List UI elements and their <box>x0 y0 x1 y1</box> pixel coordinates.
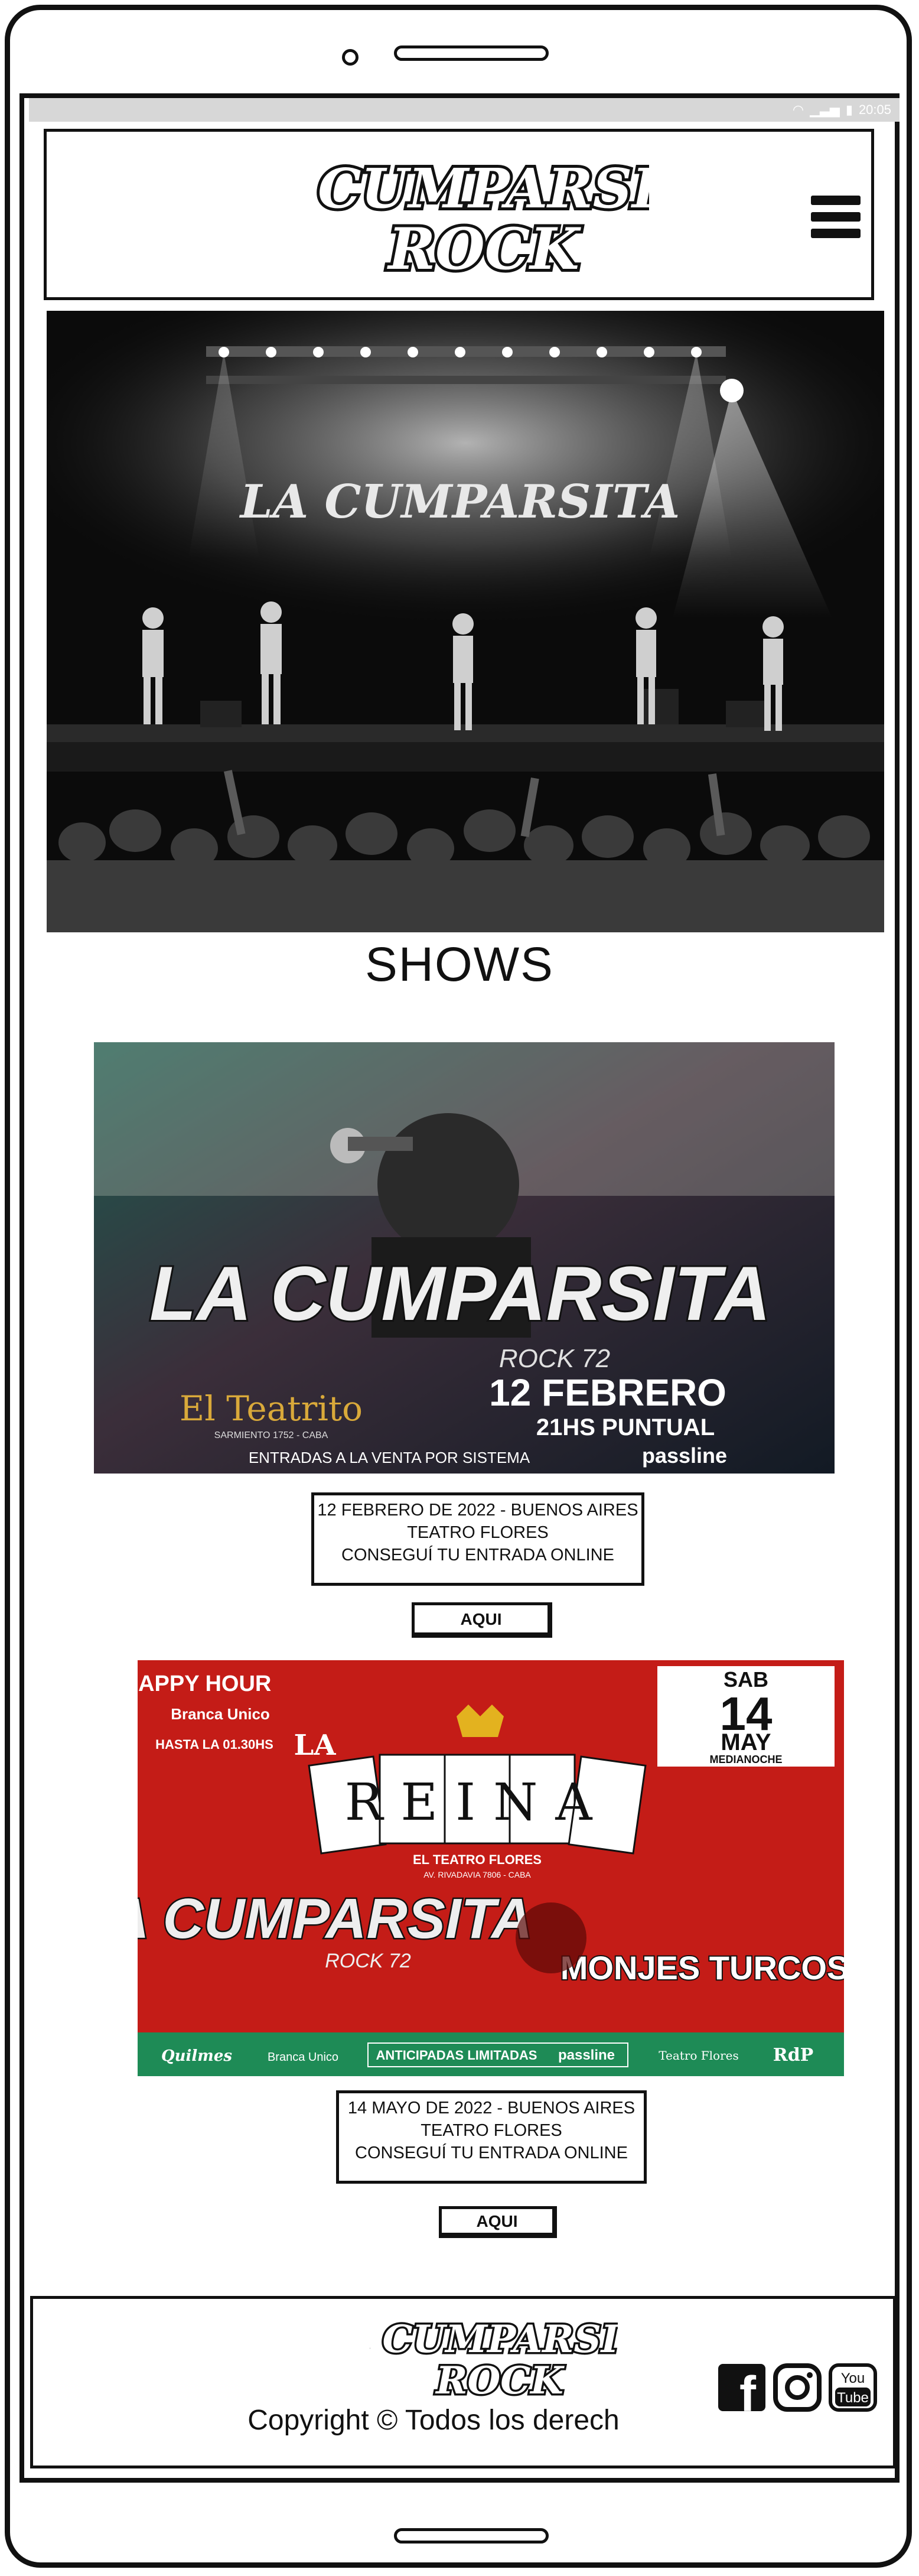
hamburger-menu-icon[interactable] <box>811 196 861 238</box>
buy-ticket-button-1[interactable]: AQUI <box>412 1602 552 1638</box>
camera-dot <box>342 49 359 66</box>
poster2-venue-addr: AV. RIVADAVIA 7806 - CABA <box>423 1870 531 1879</box>
show1-cta-line: CONSEGUÍ TU ENTRADA ONLINE <box>341 1546 614 1565</box>
status-bar: ◠ ▁▃▅ ▮ 20:05 <box>29 98 900 122</box>
show2-cta-line: CONSEGUÍ TU ENTRADA ONLINE <box>355 2144 628 2162</box>
poster1-date: 12 FEBRERO <box>489 1371 726 1414</box>
hero-banner-text: LA CUMPARSITA <box>239 475 680 529</box>
poster2-late: MEDIANOCHE <box>709 1754 782 1765</box>
youtube-label-bottom: Tube <box>837 2390 869 2406</box>
speaker-top <box>394 45 549 61</box>
facebook-glyph: f <box>739 2366 757 2412</box>
poster2-venue: EL TEATRO FLORES <box>413 1852 542 1867</box>
poster2-subtitle: ROCK 72 <box>325 1950 411 1972</box>
youtube-icon[interactable]: You Tube <box>828 2363 878 2412</box>
shows-title: SHOWS <box>365 938 554 991</box>
poster1-sales: ENTRADAS A LA VENTA POR SISTEMA <box>249 1449 530 1466</box>
show-poster-1[interactable]: LA CUMPARSITA ROCK 72 El Teatrito SARMIE… <box>94 1042 835 1474</box>
poster1-venue: El Teatrito <box>180 1388 363 1429</box>
poster2-sponsor2: Branca Unico <box>268 2051 338 2064</box>
social-links: f You Tube <box>717 2363 878 2412</box>
poster1-band: LA CUMPARSITA <box>149 1250 771 1336</box>
poster2-sponsor3: Teatro Flores <box>659 2048 739 2063</box>
poster2-happy: HAPPY HOUR <box>138 1671 271 1696</box>
poster2-guest: MONJES TURCOS <box>560 1949 844 1986</box>
logo-line2: ROCK <box>386 216 581 279</box>
hero-image: LA CUMPARSITA <box>47 311 884 932</box>
show2-venue-line: TEATRO FLORES <box>421 2121 562 2140</box>
brand-logo[interactable]: LA CUMPARSITA ROCK <box>307 138 649 279</box>
instagram-icon[interactable] <box>773 2363 822 2412</box>
poster1-ticketing: passline <box>642 1443 727 1468</box>
footer-logo-line1: LA CUMPARSITA <box>370 2317 618 2362</box>
footer-logo-line2: ROCK <box>435 2359 565 2399</box>
poster2-brand: Branca Unico <box>171 1705 270 1723</box>
battery-icon: ▮ <box>845 102 853 117</box>
show-poster-2[interactable]: HAPPY HOUR Branca Unico HASTA LA 01.30HS… <box>138 1660 844 2076</box>
poster1-subtitle: ROCK 72 <box>499 1344 610 1373</box>
site-footer: LA CUMPARSITA ROCK Copyright © Todos los… <box>30 2296 896 2468</box>
youtube-label-top: You <box>841 2370 865 2386</box>
poster2-la: LA <box>294 1729 337 1762</box>
signal-icon: ▁▃▅ <box>810 102 840 117</box>
poster2-sponsor4: RdP <box>773 2045 813 2066</box>
show1-venue-line: TEATRO FLORES <box>407 1523 549 1542</box>
show2-date-line: 14 MAYO DE 2022 - BUENOS AIRES <box>347 2099 636 2118</box>
show-info-1: 12 FEBRERO DE 2022 - BUENOS AIRES TEATRO… <box>311 1492 644 1586</box>
wifi-icon: ◠ <box>792 102 804 117</box>
home-bar <box>394 2528 549 2544</box>
show1-date-line: 12 FEBRERO DE 2022 - BUENOS AIRES <box>317 1501 638 1520</box>
poster2-until: HASTA LA 01.30HS <box>155 1737 273 1752</box>
poster2-ticketing: passline <box>558 2047 615 2063</box>
screen: ◠ ▁▃▅ ▮ 20:05 LA CUMPARSITA ROCK <box>19 93 900 2483</box>
poster2-presale: ANTICIPADAS LIMITADAS <box>376 2048 537 2063</box>
show-info-2: 14 MAYO DE 2022 - BUENOS AIRES TEATRO FL… <box>336 2090 647 2184</box>
poster2-month: MAY <box>721 1729 771 1755</box>
poster2-band: LA CUMPARSITA <box>138 1887 532 1950</box>
poster1-time: 21HS PUNTUAL <box>536 1414 715 1440</box>
facebook-icon[interactable]: f <box>717 2363 767 2412</box>
poster2-event: REINA <box>345 1773 610 1832</box>
poster1-address: SARMIENTO 1752 - CABA <box>214 1430 328 1440</box>
logo-line1: LA CUMPARSITA <box>307 157 649 220</box>
poster2-sponsor1: Quilmes <box>161 2047 232 2065</box>
buy-ticket-button-2[interactable]: AQUI <box>439 2206 557 2238</box>
footer-logo[interactable]: LA CUMPARSITA ROCK <box>370 2311 618 2400</box>
status-time: 20:05 <box>858 102 891 117</box>
site-header: LA CUMPARSITA ROCK <box>44 129 874 300</box>
